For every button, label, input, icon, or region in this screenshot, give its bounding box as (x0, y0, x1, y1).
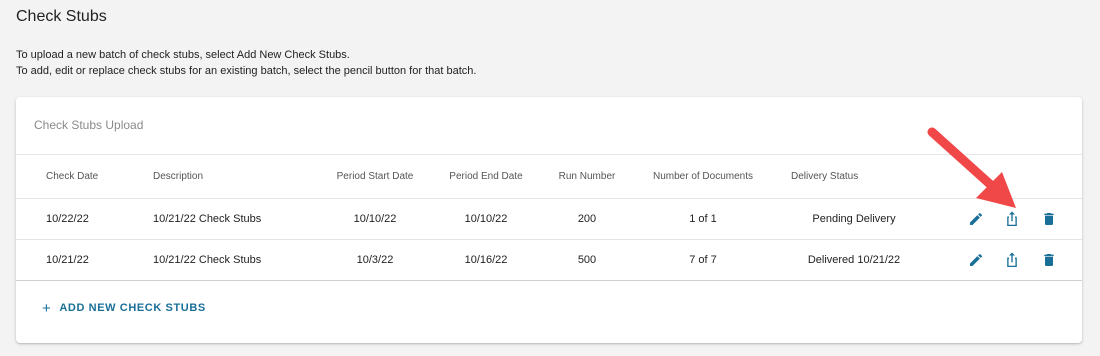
header-number-of-documents: Number of Documents (652, 171, 754, 182)
edit-button[interactable] (966, 250, 986, 270)
add-new-check-stubs-label: ADD NEW CHECK STUBS (59, 302, 206, 314)
add-new-check-stubs-button[interactable]: + ADD NEW CHECK STUBS (42, 299, 206, 317)
check-stubs-upload-card: Check Stubs Upload Check Date Descriptio… (16, 97, 1082, 343)
card-title: Check Stubs Upload (34, 118, 144, 132)
row-actions (962, 199, 1062, 239)
edit-button[interactable] (966, 209, 986, 229)
cell-run-number: 500 (577, 254, 597, 266)
instructions: To upload a new batch of check stubs, se… (16, 47, 476, 79)
cell-period-start-date: 10/10/22 (353, 213, 397, 225)
cell-period-end-date: 10/16/22 (464, 254, 508, 266)
instruction-line-2: To add, edit or replace check stubs for … (16, 65, 477, 77)
header-period-end-date: Period End Date (449, 171, 523, 182)
pencil-icon (970, 212, 983, 225)
trash-icon (1044, 213, 1054, 225)
share-icon (1007, 252, 1017, 268)
share-icon (1007, 211, 1017, 227)
cell-check-date: 10/22/22 (46, 213, 89, 225)
share-button[interactable] (1002, 209, 1022, 229)
page-title: Check Stubs (16, 8, 107, 25)
header-period-start-date: Period Start Date (336, 171, 414, 182)
table-row: 10/22/22 10/21/22 Check Stubs 10/10/22 1… (16, 199, 1082, 240)
cell-check-date: 10/21/22 (46, 254, 89, 266)
cell-number-of-documents: 7 of 7 (689, 254, 717, 266)
share-button[interactable] (1002, 250, 1022, 270)
header-description: Description (153, 171, 204, 182)
cell-delivery-status: Delivered 10/21/22 (807, 254, 901, 266)
trash-icon (1044, 254, 1054, 266)
table-header-row: Check Date Description Period Start Date… (16, 155, 1082, 199)
row-actions (962, 240, 1062, 280)
pencil-icon (970, 253, 983, 266)
cell-delivery-status: Pending Delivery (812, 213, 896, 225)
cell-description: 10/21/22 Check Stubs (153, 254, 262, 266)
cell-period-start-date: 10/3/22 (356, 254, 394, 266)
plus-icon: + (42, 299, 52, 317)
check-stubs-table: Check Date Description Period Start Date… (16, 154, 1082, 281)
header-run-number: Run Number (558, 171, 616, 182)
cell-period-end-date: 10/10/22 (464, 213, 508, 225)
table-row: 10/21/22 10/21/22 Check Stubs 10/3/22 10… (16, 240, 1082, 281)
delete-button[interactable] (1039, 209, 1059, 229)
cell-description: 10/21/22 Check Stubs (153, 213, 262, 225)
instruction-line-1: To upload a new batch of check stubs, se… (16, 49, 350, 61)
cell-number-of-documents: 1 of 1 (689, 213, 717, 225)
cell-run-number: 200 (577, 213, 597, 225)
header-check-date: Check Date (46, 171, 99, 182)
delete-button[interactable] (1039, 250, 1059, 270)
header-delivery-status: Delivery Status (791, 171, 859, 182)
